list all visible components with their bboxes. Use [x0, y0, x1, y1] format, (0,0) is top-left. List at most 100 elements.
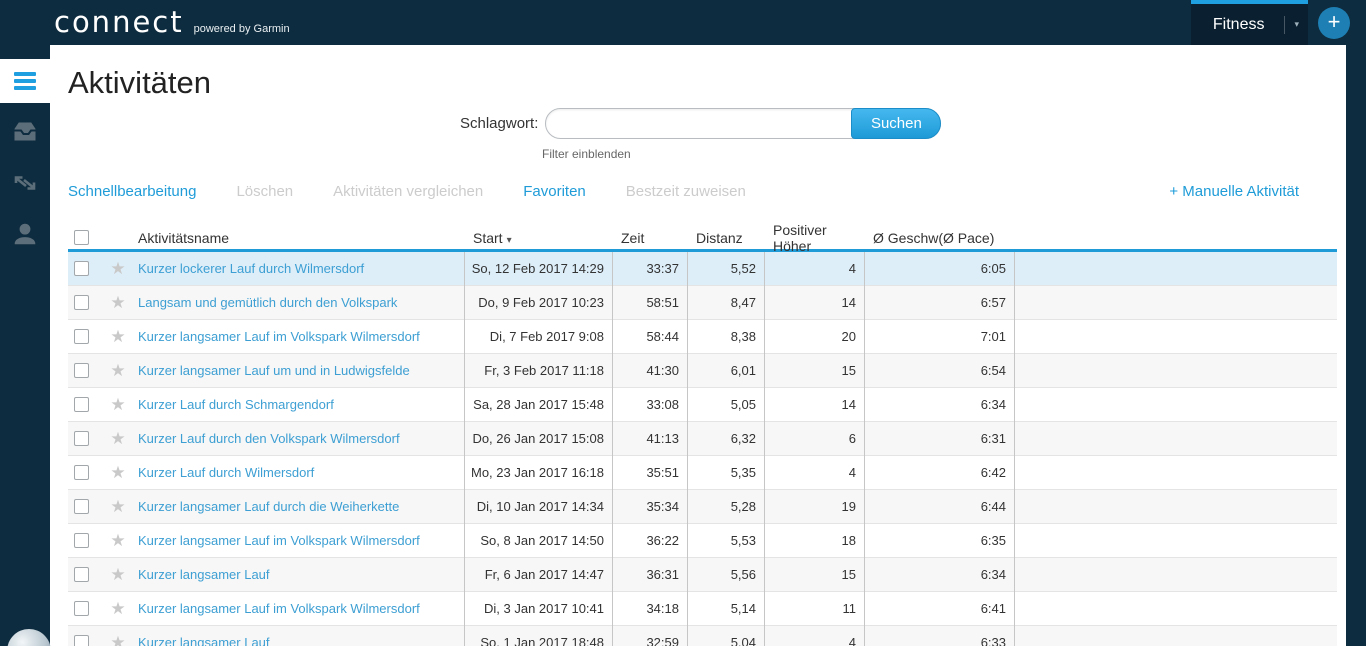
cell-start: Fr, 3 Feb 2017 11:18: [465, 353, 613, 388]
tab-fitness-label: Fitness: [1212, 15, 1265, 33]
favorite-star-icon[interactable]: ★: [110, 464, 125, 481]
search-button[interactable]: Suchen: [851, 108, 942, 139]
cell-geschw: 6:31: [865, 421, 1015, 456]
action-link-2: Aktivitäten vergleichen: [333, 183, 484, 200]
cell-zeit: 33:37: [613, 251, 688, 286]
show-filters-link[interactable]: Filter einblenden: [542, 147, 631, 161]
table-row: ★ Kurzer langsamer Lauf durch die Weiherk…: [68, 489, 1337, 524]
favorite-star-icon[interactable]: ★: [110, 328, 125, 345]
manual-activity-link[interactable]: + Manuelle Aktivität: [1169, 183, 1299, 200]
cell-geschw: 6:34: [865, 387, 1015, 422]
top-bar: connect powered by Garmin Fitness ▾ +: [0, 0, 1366, 45]
cell-start: Di, 7 Feb 2017 9:08: [465, 319, 613, 354]
cell-zeit: 35:51: [613, 455, 688, 490]
cell-hoehe: 19: [765, 489, 865, 524]
activity-name-link[interactable]: Langsam und gemütlich durch den Volkspar…: [138, 295, 397, 310]
action-link-3[interactable]: Favoriten: [523, 183, 586, 200]
row-checkbox[interactable]: [74, 601, 89, 616]
column-header-distanz[interactable]: Distanz: [688, 230, 765, 246]
powered-by-garmin-label: powered by Garmin: [193, 22, 290, 35]
chevron-down-icon[interactable]: ▾: [1285, 19, 1308, 30]
select-all-checkbox[interactable]: [74, 230, 89, 245]
table-row: ★ Kurzer langsamer Lauf So, 1 Jan 2017 18:…: [68, 625, 1337, 646]
row-checkbox[interactable]: [74, 261, 89, 276]
favorite-star-icon[interactable]: ★: [110, 498, 125, 515]
activity-name-link[interactable]: Kurzer langsamer Lauf im Volkspark Wilme…: [138, 329, 420, 344]
arrows-icon: [14, 176, 36, 190]
column-header-start[interactable]: Start ▾: [465, 230, 613, 246]
cell-start: Sa, 28 Jan 2017 15:48: [465, 387, 613, 422]
favorite-star-icon[interactable]: ★: [110, 396, 125, 413]
cell-hoehe: 15: [765, 557, 865, 592]
row-checkbox[interactable]: [74, 363, 89, 378]
cell-geschw: 6:54: [865, 353, 1015, 388]
table-row: ★ Kurzer langsamer Lauf Fr, 6 Jan 2017 14:…: [68, 557, 1337, 592]
add-button[interactable]: +: [1318, 6, 1350, 39]
row-checkbox[interactable]: [74, 567, 89, 582]
favorite-star-icon[interactable]: ★: [110, 260, 125, 277]
cell-hoehe: 14: [765, 387, 865, 422]
cell-start: Mo, 23 Jan 2017 16:18: [465, 455, 613, 490]
cell-geschw: 6:35: [865, 523, 1015, 558]
favorite-star-icon[interactable]: ★: [110, 532, 125, 549]
favorite-star-icon[interactable]: ★: [110, 566, 125, 583]
column-header-geschw[interactable]: Ø Geschw(Ø Pace): [865, 230, 1015, 246]
sidebar-item-profile[interactable]: [0, 212, 50, 256]
favorite-star-icon[interactable]: ★: [110, 634, 125, 646]
column-header-name[interactable]: Aktivitätsname: [136, 230, 465, 246]
row-checkbox[interactable]: [74, 533, 89, 548]
favorite-star-icon[interactable]: ★: [110, 362, 125, 379]
sidebar-item-menu[interactable]: [0, 59, 57, 103]
inbox-icon: [14, 122, 38, 141]
sidebar-item-challenges[interactable]: [0, 161, 50, 205]
sidebar-item-inbox[interactable]: [0, 110, 50, 154]
activity-name-link[interactable]: Kurzer langsamer Lauf: [138, 635, 270, 646]
activity-name-link[interactable]: Kurzer langsamer Lauf durch die Weiherke…: [138, 499, 399, 514]
tab-fitness[interactable]: Fitness ▾: [1190, 0, 1308, 45]
cell-distanz: 5,28: [688, 489, 765, 524]
table-row: ★ Kurzer langsamer Lauf um und in Ludwigs…: [68, 353, 1337, 388]
activity-name-link[interactable]: Kurzer Lauf durch den Volkspark Wilmersd…: [138, 431, 400, 446]
activity-name-link[interactable]: Kurzer Lauf durch Schmargendorf: [138, 397, 334, 412]
sort-desc-icon: ▾: [506, 234, 512, 246]
row-checkbox[interactable]: [74, 329, 89, 344]
cell-zeit: 58:51: [613, 285, 688, 320]
cell-distanz: 5,56: [688, 557, 765, 592]
row-checkbox[interactable]: [74, 635, 89, 646]
cell-zeit: 36:22: [613, 523, 688, 558]
action-link-0[interactable]: Schnellbearbeitung: [68, 183, 196, 200]
cell-geschw: 6:41: [865, 591, 1015, 626]
cell-geschw: 6:44: [865, 489, 1015, 524]
activity-name-link[interactable]: Kurzer Lauf durch Wilmersdorf: [138, 465, 314, 480]
activity-name-link[interactable]: Kurzer langsamer Lauf im Volkspark Wilme…: [138, 533, 420, 548]
row-checkbox[interactable]: [74, 295, 89, 310]
favorite-star-icon[interactable]: ★: [110, 430, 125, 447]
cell-distanz: 8,47: [688, 285, 765, 320]
right-edge-panel: [1346, 45, 1366, 646]
person-icon: [14, 223, 36, 245]
cell-zeit: 34:18: [613, 591, 688, 626]
row-checkbox[interactable]: [74, 397, 89, 412]
row-checkbox[interactable]: [74, 431, 89, 446]
cell-hoehe: 6: [765, 421, 865, 456]
activity-name-link[interactable]: Kurzer langsamer Lauf: [138, 567, 270, 582]
cell-start: So, 8 Jan 2017 14:50: [465, 523, 613, 558]
cell-geschw: 6:33: [865, 625, 1015, 646]
favorite-star-icon[interactable]: ★: [110, 294, 125, 311]
row-checkbox[interactable]: [74, 465, 89, 480]
cell-distanz: 8,38: [688, 319, 765, 354]
activity-name-link[interactable]: Kurzer langsamer Lauf im Volkspark Wilme…: [138, 601, 420, 616]
activity-name-link[interactable]: Kurzer langsamer Lauf um und in Ludwigsf…: [138, 363, 410, 378]
cell-start: Do, 9 Feb 2017 10:23: [465, 285, 613, 320]
activity-name-link[interactable]: Kurzer lockerer Lauf durch Wilmersdorf: [138, 261, 364, 276]
cell-distanz: 6,32: [688, 421, 765, 456]
column-header-hoehe[interactable]: Positiver Höher: [765, 222, 865, 254]
table-body: ★ Kurzer lockerer Lauf durch Wilmersdorf S…: [68, 251, 1337, 646]
cell-distanz: 5,53: [688, 523, 765, 558]
favorite-star-icon[interactable]: ★: [110, 600, 125, 617]
column-header-zeit[interactable]: Zeit: [613, 230, 688, 246]
cell-geschw: 6:34: [865, 557, 1015, 592]
cell-start: Di, 10 Jan 2017 14:34: [465, 489, 613, 524]
cell-distanz: 5,52: [688, 251, 765, 286]
row-checkbox[interactable]: [74, 499, 89, 514]
